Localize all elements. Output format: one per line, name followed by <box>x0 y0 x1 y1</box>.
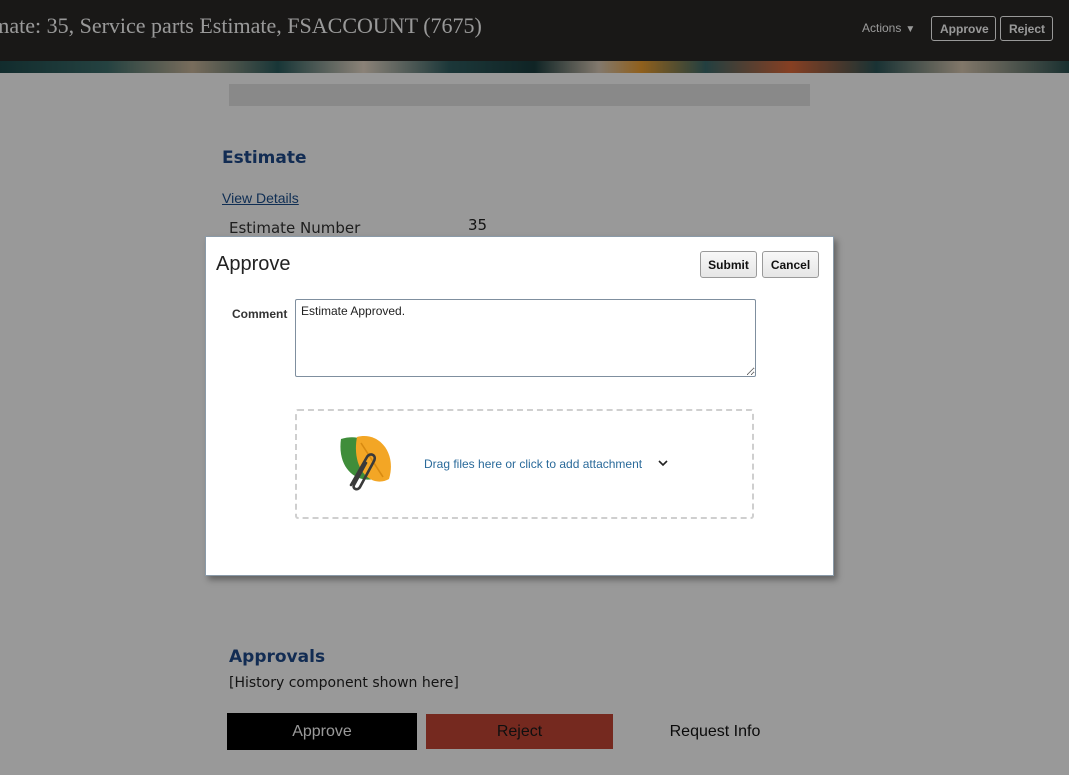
attachment-dropzone[interactable]: Drag files here or click to add attachme… <box>295 409 754 519</box>
page: timate: 35, Service parts Estimate, FSAC… <box>0 0 1069 775</box>
chevron-down-icon[interactable] <box>657 457 669 469</box>
cancel-button[interactable]: Cancel <box>762 251 819 278</box>
comment-label: Comment <box>232 307 288 321</box>
approve-dialog: Approve Submit Cancel Comment Drag files… <box>205 236 834 576</box>
dialog-title: Approve <box>216 253 291 275</box>
attachment-instruction: Drag files here or click to add attachme… <box>424 457 643 471</box>
comment-field[interactable] <box>295 299 756 377</box>
submit-button[interactable]: Submit <box>700 251 757 278</box>
leaf-paperclip-icon <box>340 436 391 491</box>
